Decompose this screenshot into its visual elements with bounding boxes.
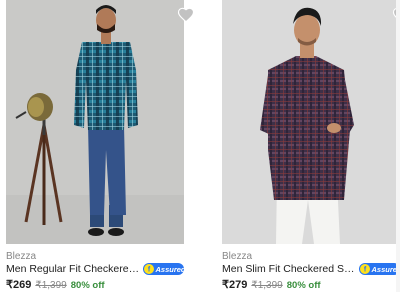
product-photo-man-teal-checkered-shirt — [6, 0, 184, 244]
product-photo-man-purple-checkered-shirt — [222, 0, 400, 244]
product-card[interactable]: Blezza Men Regular Fit Checkered Spread … — [6, 0, 195, 292]
scrollbar[interactable] — [396, 0, 400, 292]
price-row: ₹279 ₹1,399 80% off — [222, 278, 321, 291]
product-title[interactable]: Men Regular Fit Checkered Spread Collar … — [6, 263, 140, 275]
product-image[interactable] — [6, 0, 184, 244]
wishlist-button[interactable] — [177, 6, 195, 24]
discount-percent: 80% off — [70, 280, 105, 291]
svg-text:Assured: Assured — [155, 265, 185, 274]
product-title[interactable]: Men Slim Fit Checkered Spread Collar Cas… — [222, 263, 356, 275]
assured-badge: f Assured — [143, 263, 184, 275]
product-card[interactable]: Blezza Men Slim Fit Checkered Spread Col… — [222, 0, 400, 292]
product-brand: Blezza — [6, 251, 37, 262]
heart-icon — [177, 7, 195, 23]
selling-price: ₹279 — [222, 279, 248, 291]
product-image[interactable] — [222, 0, 400, 244]
assured-badge: f Assured — [359, 263, 400, 275]
selling-price: ₹269 — [6, 279, 32, 291]
product-brand: Blezza — [222, 251, 253, 262]
original-price: ₹1,399 — [251, 280, 283, 291]
price-row: ₹269 ₹1,399 80% off — [6, 278, 105, 291]
original-price: ₹1,399 — [35, 280, 67, 291]
discount-percent: 80% off — [286, 280, 321, 291]
